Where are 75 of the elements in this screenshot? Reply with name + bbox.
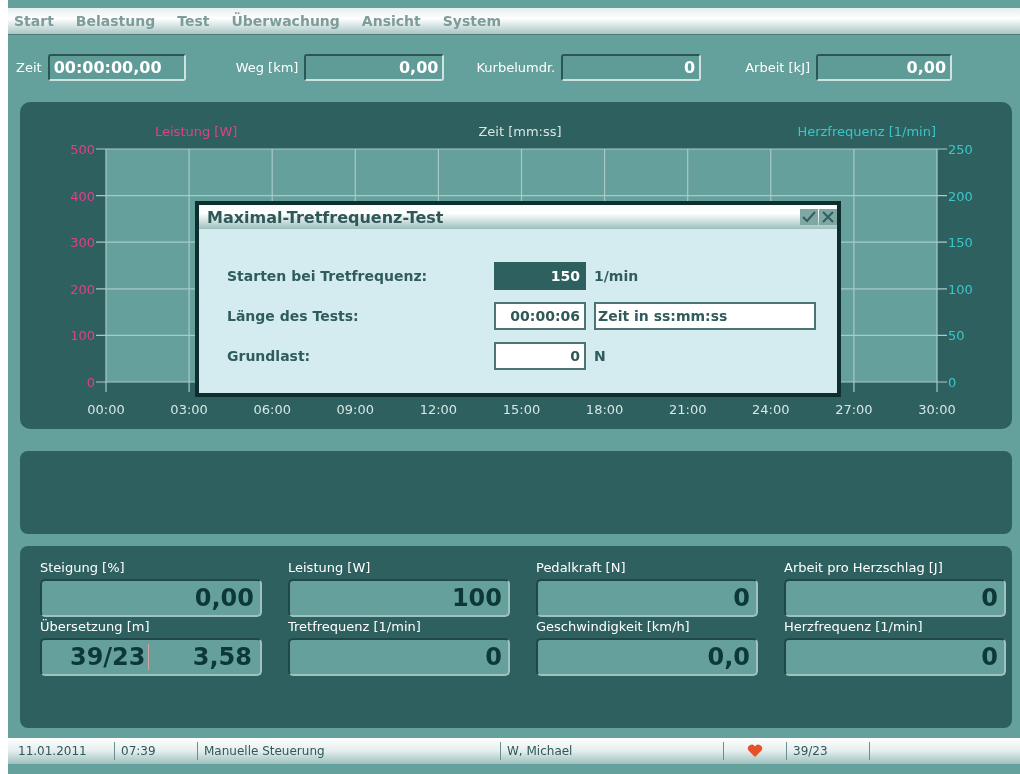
tick-label: 50: [948, 328, 965, 344]
dialog-title: Maximal-Tretfrequenz-Test: [207, 207, 444, 227]
metric-value: 0: [981, 643, 998, 671]
axis-title: Zeit [mm:ss]: [478, 124, 562, 139]
readout-value: 0: [561, 53, 702, 81]
tick-label: 0: [948, 375, 957, 390]
tick-label: 300: [70, 235, 95, 251]
metric-label: Leistung [W]: [288, 560, 372, 575]
metric-value: 0: [485, 643, 502, 671]
menu-item[interactable]: Belastung: [75, 13, 156, 29]
tick-label: 0: [86, 375, 95, 390]
metric-value: 3,58: [191, 643, 253, 671]
hint-field: Zeit in ss:mm:ss: [594, 302, 816, 330]
tick-label: 200: [948, 188, 973, 204]
metric-label: Tretfrequenz [1/min]: [288, 619, 422, 634]
metric-value: 100: [451, 584, 502, 612]
tick-label: 03:00: [170, 402, 208, 417]
metric-label: Herzfrequenz [1/min]: [784, 619, 924, 634]
menu-item[interactable]: Überwachung: [231, 13, 340, 29]
tick-label: 500: [70, 142, 95, 157]
metric-value: 39/23: [68, 643, 147, 671]
metric-value: 0: [733, 584, 750, 612]
status-text: 11.01.2011: [12, 742, 115, 760]
readout-label: Kurbelumdr.: [476, 59, 556, 75]
metric-label: Steigung [%]: [40, 560, 126, 575]
close-icon[interactable]: [819, 209, 837, 225]
metric-value: 0,0: [707, 643, 750, 671]
tick-label: 100: [948, 281, 973, 297]
tick-label: 09:00: [336, 402, 375, 417]
menu-item[interactable]: Ansicht: [361, 13, 421, 29]
status-text: 39/23: [787, 742, 870, 760]
field-label: Starten bei Tretfrequenz:: [227, 268, 429, 284]
status-text: W, Michael: [501, 742, 724, 760]
input-field[interactable]: 150: [494, 262, 586, 290]
readout-value: 0,00: [304, 53, 445, 81]
tick-label: 200: [70, 281, 95, 297]
tick-label: 27:00: [835, 402, 873, 417]
tick-label: 30:00: [918, 402, 956, 417]
tick-label: 00:00: [87, 402, 125, 417]
readout-value: 0,00: [816, 53, 953, 81]
check-icon[interactable]: [800, 209, 818, 225]
readout-label: Zeit: [16, 59, 42, 75]
tick-label: 21:00: [668, 402, 707, 417]
tick-label: 150: [948, 235, 973, 251]
menu-item[interactable]: Start: [14, 13, 54, 29]
readout-value: 00:00:00,00: [47, 53, 186, 81]
tick-label: 400: [70, 188, 95, 204]
menu-item[interactable]: Test: [177, 13, 210, 29]
status-text: 07:39: [115, 742, 198, 760]
metric-label: Arbeit pro Herzschlag [J]: [784, 560, 944, 575]
tick-label: 100: [70, 328, 95, 344]
tick-label: 250: [948, 142, 973, 157]
tick-label: 12:00: [419, 402, 458, 417]
readout-label: Weg [km]: [235, 59, 299, 75]
metric-label: Pedalkraft [N]: [536, 560, 627, 575]
unit-label: N: [594, 348, 606, 364]
metric-label: Übersetzung [m]: [40, 619, 151, 634]
field-label: Länge des Tests:: [227, 308, 360, 324]
metric-value: 0,00: [194, 584, 254, 612]
tick-label: 18:00: [585, 402, 624, 417]
axis-title: Herzfrequenz [1/min]: [797, 124, 936, 139]
tick-label: 15:00: [502, 402, 541, 417]
axis-title: Leistung [W]: [155, 124, 238, 139]
metric-label: Geschwindigkeit [km/h]: [536, 619, 691, 634]
readout-label: Arbeit [kJ]: [745, 59, 811, 75]
metric-value: 0: [981, 584, 998, 612]
field-label: Grundlast:: [227, 348, 312, 364]
tick-label: 06:00: [253, 402, 291, 417]
unit-label: 1/min: [594, 268, 639, 284]
status-text: Manuelle Steuerung: [198, 742, 501, 760]
menu-item[interactable]: System: [442, 13, 502, 29]
heart-icon: [747, 744, 763, 758]
input-field[interactable]: 0: [494, 342, 586, 370]
input-field[interactable]: 00:00:06: [494, 302, 586, 330]
tick-label: 24:00: [752, 402, 790, 417]
